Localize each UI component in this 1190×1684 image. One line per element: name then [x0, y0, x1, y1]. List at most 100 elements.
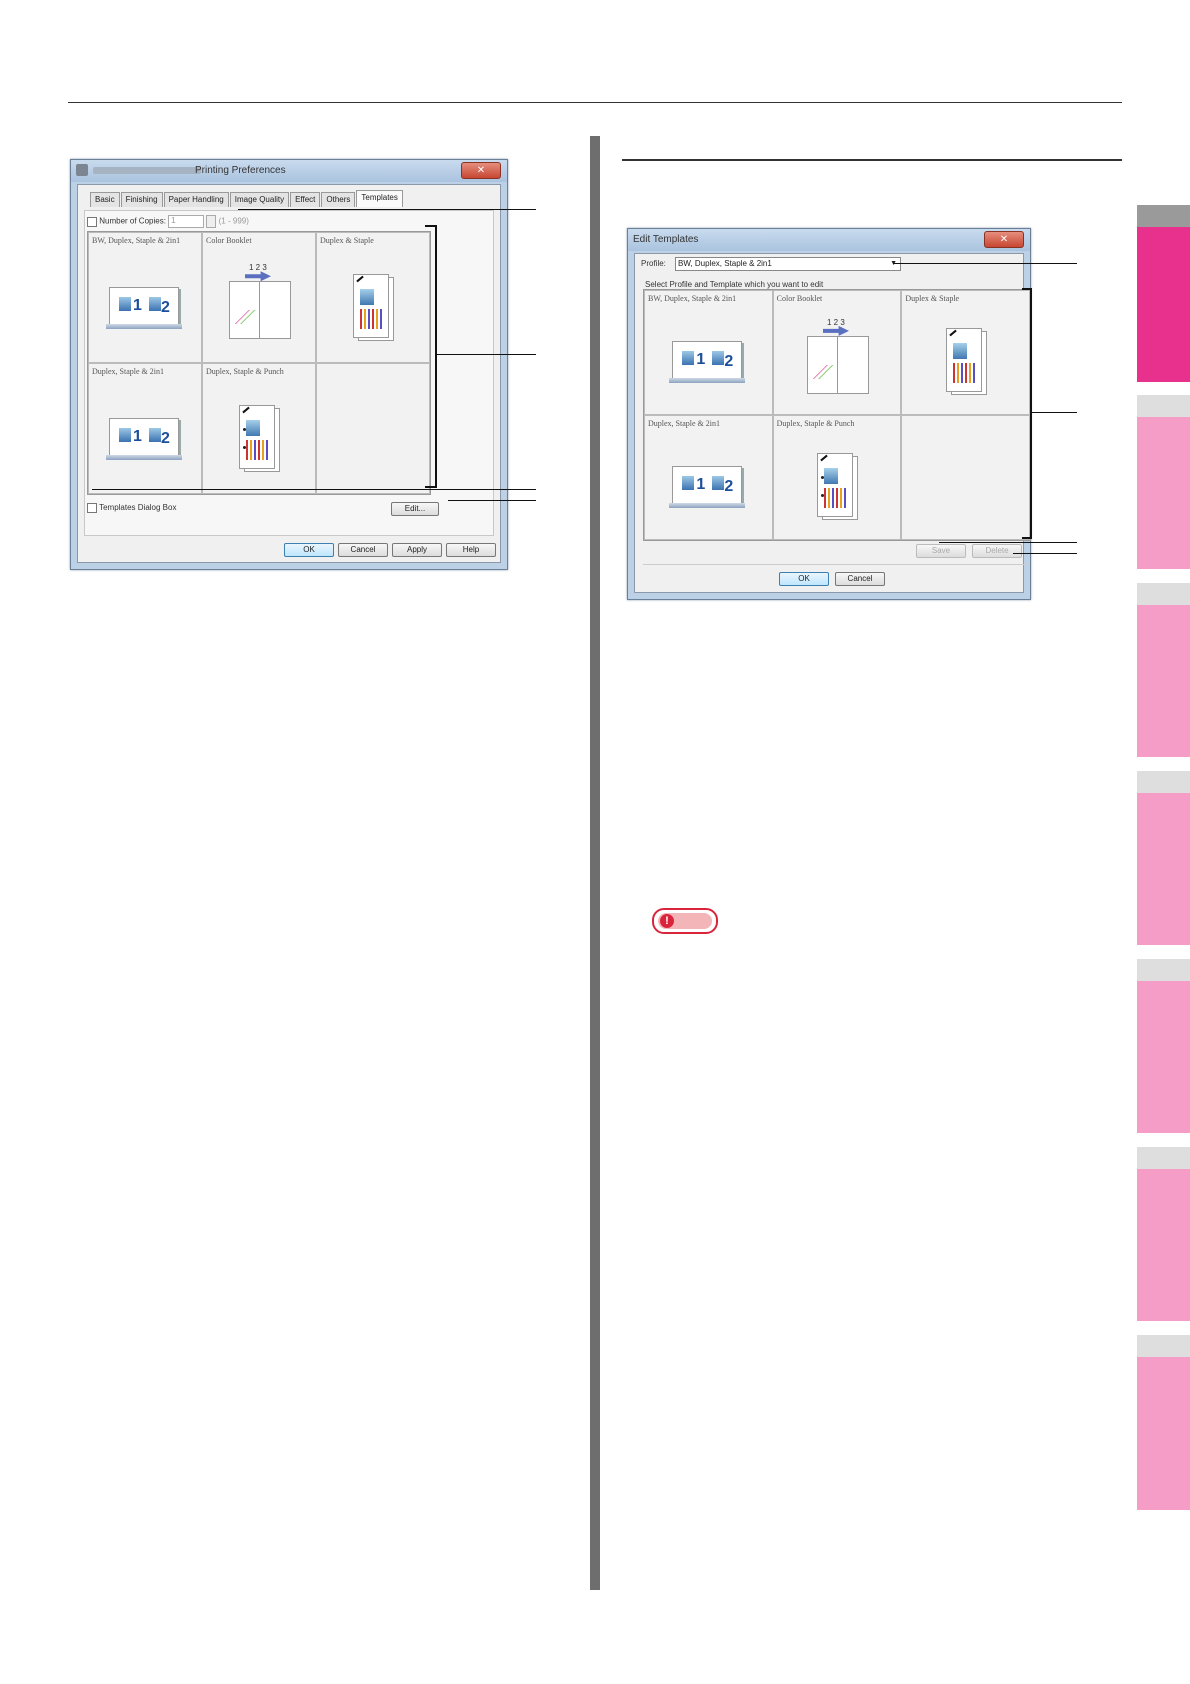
callout-line-edit	[448, 500, 536, 501]
column-divider	[590, 136, 600, 1590]
side-tab-header	[1137, 1147, 1190, 1169]
edit-templates-dialog: Edit Templates ✕ Profile: BW, Duplex, St…	[627, 228, 1031, 600]
side-tab-1[interactable]	[1137, 227, 1190, 382]
copies-label: Number of Copies:	[99, 216, 166, 226]
template-label: Color Booklet	[776, 294, 823, 303]
callout-line-profile	[893, 263, 1077, 264]
copies-spinner[interactable]	[206, 215, 217, 228]
tab-image-quality[interactable]: Image Quality	[229, 192, 290, 207]
profile-value: BW, Duplex, Staple & 2in1	[678, 259, 772, 268]
template-grid: BW, Duplex, Staple & 2in1 1 2 Color Book…	[643, 289, 1031, 541]
side-tab-header	[1137, 771, 1190, 793]
warning-icon: !	[660, 914, 674, 928]
templates-dialog-label: Templates Dialog Box	[99, 503, 177, 513]
instruction-text: Select Profile and Template which you wa…	[645, 280, 824, 289]
cancel-button[interactable]: Cancel	[338, 543, 388, 557]
template-tile[interactable]: Color Booklet 1 2 3	[202, 232, 316, 363]
template-label: Duplex, Staple & 2in1	[648, 419, 720, 428]
save-button[interactable]: Save	[916, 544, 966, 558]
profile-row: Profile:	[641, 259, 666, 268]
template-tile-empty[interactable]	[901, 415, 1030, 540]
side-tab-7[interactable]	[1137, 1357, 1190, 1510]
side-tab-header	[1137, 959, 1190, 981]
template-tile[interactable]: Duplex & Staple	[901, 290, 1030, 415]
printing-preferences-dialog: Printing Preferences ✕ Basic Finishing P…	[70, 159, 508, 570]
template-grid: BW, Duplex, Staple & 2in1 1 2 Color Book…	[87, 231, 431, 495]
duplex-staple-punch-icon	[816, 453, 858, 521]
note-badge: !	[652, 908, 718, 934]
templates-dialog-row: Templates Dialog Box	[87, 503, 176, 513]
copies-row: Number of Copies: 1 (1 - 999)	[87, 215, 249, 228]
apply-button[interactable]: Apply	[392, 543, 442, 557]
divider	[643, 564, 1029, 565]
profile-label: Profile:	[641, 259, 666, 268]
callout-line-templates	[437, 354, 536, 355]
template-tile[interactable]: BW, Duplex, Staple & 2in1 1 2	[644, 290, 773, 415]
side-tab-header	[1137, 583, 1190, 605]
side-tab-3[interactable]	[1137, 605, 1190, 757]
ok-button[interactable]: OK	[284, 543, 334, 557]
ok-button[interactable]: OK	[779, 572, 829, 586]
printer-icon	[76, 164, 88, 176]
copies-range: (1 - 999)	[218, 216, 249, 226]
color-booklet-icon: 1 2 3	[227, 263, 291, 340]
callout-line-delete	[1013, 553, 1077, 554]
title-bar: Printing Preferences ✕	[71, 160, 507, 182]
title-bar: Edit Templates ✕	[628, 229, 1030, 251]
tab-strip: Basic Finishing Paper Handling Image Qua…	[90, 190, 404, 207]
section-rule	[622, 159, 1122, 161]
dialog-title: Printing Preferences	[195, 165, 286, 176]
template-label: BW, Duplex, Staple & 2in1	[92, 236, 181, 245]
tab-finishing[interactable]: Finishing	[120, 192, 163, 207]
callout-line-copies	[238, 209, 536, 210]
help-button[interactable]: Help	[446, 543, 496, 557]
callout-line-dialog-box	[92, 489, 536, 490]
template-label: Duplex, Staple & 2in1	[92, 367, 164, 376]
template-tile-empty[interactable]	[316, 363, 430, 494]
chevron-down-icon: ▼	[890, 258, 897, 270]
template-tile[interactable]: Duplex, Staple & Punch	[202, 363, 316, 494]
side-tab-6[interactable]	[1137, 1169, 1190, 1321]
template-tile[interactable]: Duplex & Staple	[316, 232, 430, 363]
tab-templates[interactable]: Templates	[356, 190, 403, 207]
tab-paper-handling[interactable]: Paper Handling	[163, 192, 229, 207]
dialog-title: Edit Templates	[633, 234, 699, 245]
profile-dropdown[interactable]: BW, Duplex, Staple & 2in1 ▼	[675, 257, 901, 271]
edit-button[interactable]: Edit...	[391, 502, 439, 516]
dialog-body: Basic Finishing Paper Handling Image Qua…	[77, 184, 501, 563]
duplex-staple-punch-icon	[239, 404, 280, 473]
template-tile[interactable]: BW, Duplex, Staple & 2in1 1 2	[88, 232, 202, 363]
duplex-2in1-icon: 1 2	[669, 466, 746, 509]
template-label: Color Booklet	[206, 236, 252, 245]
copies-input[interactable]: 1	[168, 215, 205, 228]
template-label: BW, Duplex, Staple & 2in1	[648, 294, 737, 303]
header-rule	[68, 102, 1122, 103]
side-tab-5[interactable]	[1137, 981, 1190, 1133]
template-label: Duplex & Staple	[320, 236, 374, 245]
template-label: Duplex & Staple	[905, 294, 960, 303]
close-button[interactable]: ✕	[984, 231, 1024, 248]
template-label: Duplex, Staple & Punch	[206, 367, 284, 376]
duplex-2in1-icon: 1 2	[669, 341, 746, 384]
color-booklet-icon: 1 2 3	[805, 318, 869, 394]
template-tile[interactable]: Duplex, Staple & 2in1 1 2	[88, 363, 202, 494]
template-tile[interactable]: Color Booklet 1 2 3	[772, 290, 902, 415]
templates-dialog-checkbox[interactable]	[87, 503, 97, 513]
template-tile[interactable]: Duplex, Staple & Punch	[772, 415, 902, 540]
duplex-staple-icon	[945, 328, 987, 396]
tab-basic[interactable]: Basic	[90, 192, 120, 207]
duplex-staple-icon	[353, 273, 394, 342]
delete-button[interactable]: Delete	[972, 544, 1022, 558]
callout-line-save	[939, 542, 1077, 543]
tab-others[interactable]: Others	[321, 192, 356, 207]
template-tile[interactable]: Duplex, Staple & 2in1 1 2	[644, 415, 773, 540]
side-tab-header	[1137, 205, 1190, 227]
side-tab-2[interactable]	[1137, 417, 1190, 569]
copies-checkbox[interactable]	[87, 216, 97, 227]
cancel-button[interactable]: Cancel	[835, 572, 885, 586]
callout-bracket-templates	[1022, 288, 1032, 539]
side-tab-header	[1137, 1335, 1190, 1357]
tab-effect[interactable]: Effect	[290, 192, 321, 207]
close-button[interactable]: ✕	[461, 162, 501, 179]
side-tab-4[interactable]	[1137, 793, 1190, 945]
